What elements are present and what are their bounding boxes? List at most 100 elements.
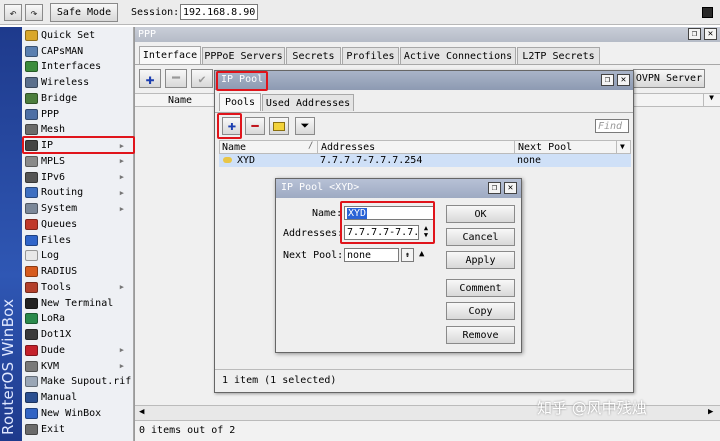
pool-comment-button[interactable] [269,117,289,135]
addresses-label: Addresses: [283,228,344,239]
sidebar-item-label: Mesh [41,124,66,136]
sidebar-item-wireless[interactable]: Wireless [22,75,134,91]
row-addresses: 7.7.7.7-7.7.7.254 [320,155,423,166]
sidebar-item-label: RADIUS [41,266,78,278]
sidebar-item-make-supout-rif[interactable]: Make Supout.rif [22,374,134,390]
brand-strip: RouterOS WinBox [0,27,22,441]
sidebar-item-dude[interactable]: Dude ▶ [22,343,134,359]
next-pool-toggle-icon[interactable]: ▲ [419,249,424,259]
tab-pools[interactable]: Pools [219,93,261,111]
safe-mode-button[interactable]: Safe Mode [50,3,118,22]
ppp-enable-button[interactable]: ✔ [191,69,213,88]
submenu-arrow-icon: ▶ [119,141,124,150]
pool-find-input[interactable]: Find [595,119,629,133]
sidebar-item-new-winbox[interactable]: New WinBox [22,406,134,422]
column-header-next-pool[interactable]: Next Pool [518,142,572,153]
tab-interface[interactable]: Interface [139,46,201,64]
sidebar-item-files[interactable]: Files [22,232,134,248]
sidebar-item-lora[interactable]: LoRa [22,311,134,327]
dialog-restore-button[interactable]: ❐ [488,182,501,194]
sidebar-item-queues[interactable]: Queues [22,217,134,233]
dialog-close-button[interactable]: ✕ [504,182,517,194]
ip-pool-dialog: IP Pool <XYD> ❐ ✕ Name: XYD Addresses: 7… [275,178,522,353]
copy-button[interactable]: Copy [446,302,515,320]
next-pool-dropdown-button[interactable]: ⇟ [401,248,414,262]
status-indicator-icon [702,7,713,18]
ppp-close-button[interactable]: ✕ [704,28,717,40]
redo-button[interactable]: ↷ [25,4,43,21]
ppp-statusbar: 0 items out of 2 [135,420,720,441]
manual-icon [25,392,38,404]
row-name: XYD [237,155,256,166]
addresses-spinner[interactable]: ▲ ▼ [420,225,432,240]
sidebar-item-mesh[interactable]: Mesh [22,122,134,138]
submenu-arrow-icon: ▶ [119,346,124,355]
pool-status-divider [215,369,633,370]
addresses-field[interactable]: 7.7.7.7-7.7.7 [344,225,419,240]
apply-button[interactable]: Apply [446,251,515,269]
tab-secrets[interactable]: Secrets [286,47,341,64]
sidebar-item-label: System [41,203,78,215]
sidebar-item-capsman[interactable]: CAPsMAN [22,43,134,59]
tab-active-connections[interactable]: Active Connections [400,47,516,64]
sidebar-menu: Quick Set CAPsMAN Interfaces Wireless Bridge… [22,27,134,441]
ppp-remove-button[interactable]: ━ [165,69,187,88]
scroll-right-icon[interactable]: ▶ [708,407,713,417]
sidebar-item-manual[interactable]: Manual [22,390,134,406]
lora-icon [25,313,38,325]
pool-close-button[interactable]: ✕ [617,74,630,86]
pool-filter-button[interactable]: ⏷ [295,117,315,135]
table-row[interactable]: XYD 7.7.7.7-7.7.7.254 none [219,154,631,167]
sidebar-item-ppp[interactable]: PPP [22,106,134,122]
restore-icon: ❐ [491,182,498,193]
pool-restore-button[interactable]: ❐ [601,74,614,86]
interfaces-icon [25,61,38,73]
tab-l2tp-secrets[interactable]: L2TP Secrets [517,47,600,64]
name-field[interactable]: XYD [344,206,434,220]
sidebar-item-label: Wireless [41,77,90,89]
sidebar-item-exit[interactable]: Exit [22,421,134,437]
tab-used-addresses[interactable]: Used Addresses [262,94,354,111]
sidebar-item-ipv6[interactable]: IPv6 ▶ [22,169,134,185]
pool-remove-button[interactable]: ━ [245,117,265,135]
sidebar-item-new-terminal[interactable]: New Terminal [22,295,134,311]
column-header-name[interactable]: Name [222,142,246,153]
chevron-down-icon[interactable]: ▼ [620,142,625,151]
sidebar-item-dot1x[interactable]: Dot1X [22,327,134,343]
ovpn-server-button[interactable]: OVPN Server [633,69,705,88]
tab-profiles[interactable]: Profiles [342,47,399,64]
chevron-down-icon: ▼ [423,231,429,239]
sidebar-item-mpls[interactable]: MPLS ▶ [22,154,134,170]
plus-icon: ✚ [145,69,155,88]
sidebar-item-bridge[interactable]: Bridge [22,91,134,107]
redo-icon: ↷ [30,5,38,20]
column-header-name[interactable]: Name [168,95,192,106]
comment-button[interactable]: Comment [446,279,515,297]
scroll-left-icon[interactable]: ◀ [139,407,144,417]
sidebar-item-radius[interactable]: RADIUS [22,264,134,280]
ppp-restore-button[interactable]: ❐ [688,28,701,40]
name-label: Name: [312,208,343,219]
column-chooser-button[interactable]: ▼ [703,93,719,107]
column-header-addresses[interactable]: Addresses [321,142,375,153]
close-icon: ✕ [507,182,514,193]
ppp-add-button[interactable]: ✚ [139,69,161,88]
sidebar-item-log[interactable]: Log [22,248,134,264]
ok-button[interactable]: OK [446,205,515,223]
next-pool-select[interactable]: none [344,248,399,262]
sidebar-item-tools[interactable]: Tools ▶ [22,280,134,296]
sidebar-item-system[interactable]: System ▶ [22,201,134,217]
sidebar-item-interfaces[interactable]: Interfaces [22,59,134,75]
pool-add-button[interactable]: ✚ [222,117,242,135]
sidebar-item-ip[interactable]: IP ▶ [22,138,134,154]
sidebar-item-routing[interactable]: Routing ▶ [22,185,134,201]
sidebar-item-label: Make Supout.rif [41,376,132,388]
session-field[interactable]: 192.168.8.90 [180,4,258,20]
remove-button[interactable]: Remove [446,326,515,344]
next-pool-label: Next Pool: [283,250,344,261]
sidebar-item-kvm[interactable]: KVM ▶ [22,358,134,374]
sidebar-item-quick-set[interactable]: Quick Set [22,28,134,44]
cancel-button[interactable]: Cancel [446,228,515,246]
tab-pppoe-servers[interactable]: PPPoE Servers [202,47,285,64]
undo-button[interactable]: ↶ [4,4,22,21]
